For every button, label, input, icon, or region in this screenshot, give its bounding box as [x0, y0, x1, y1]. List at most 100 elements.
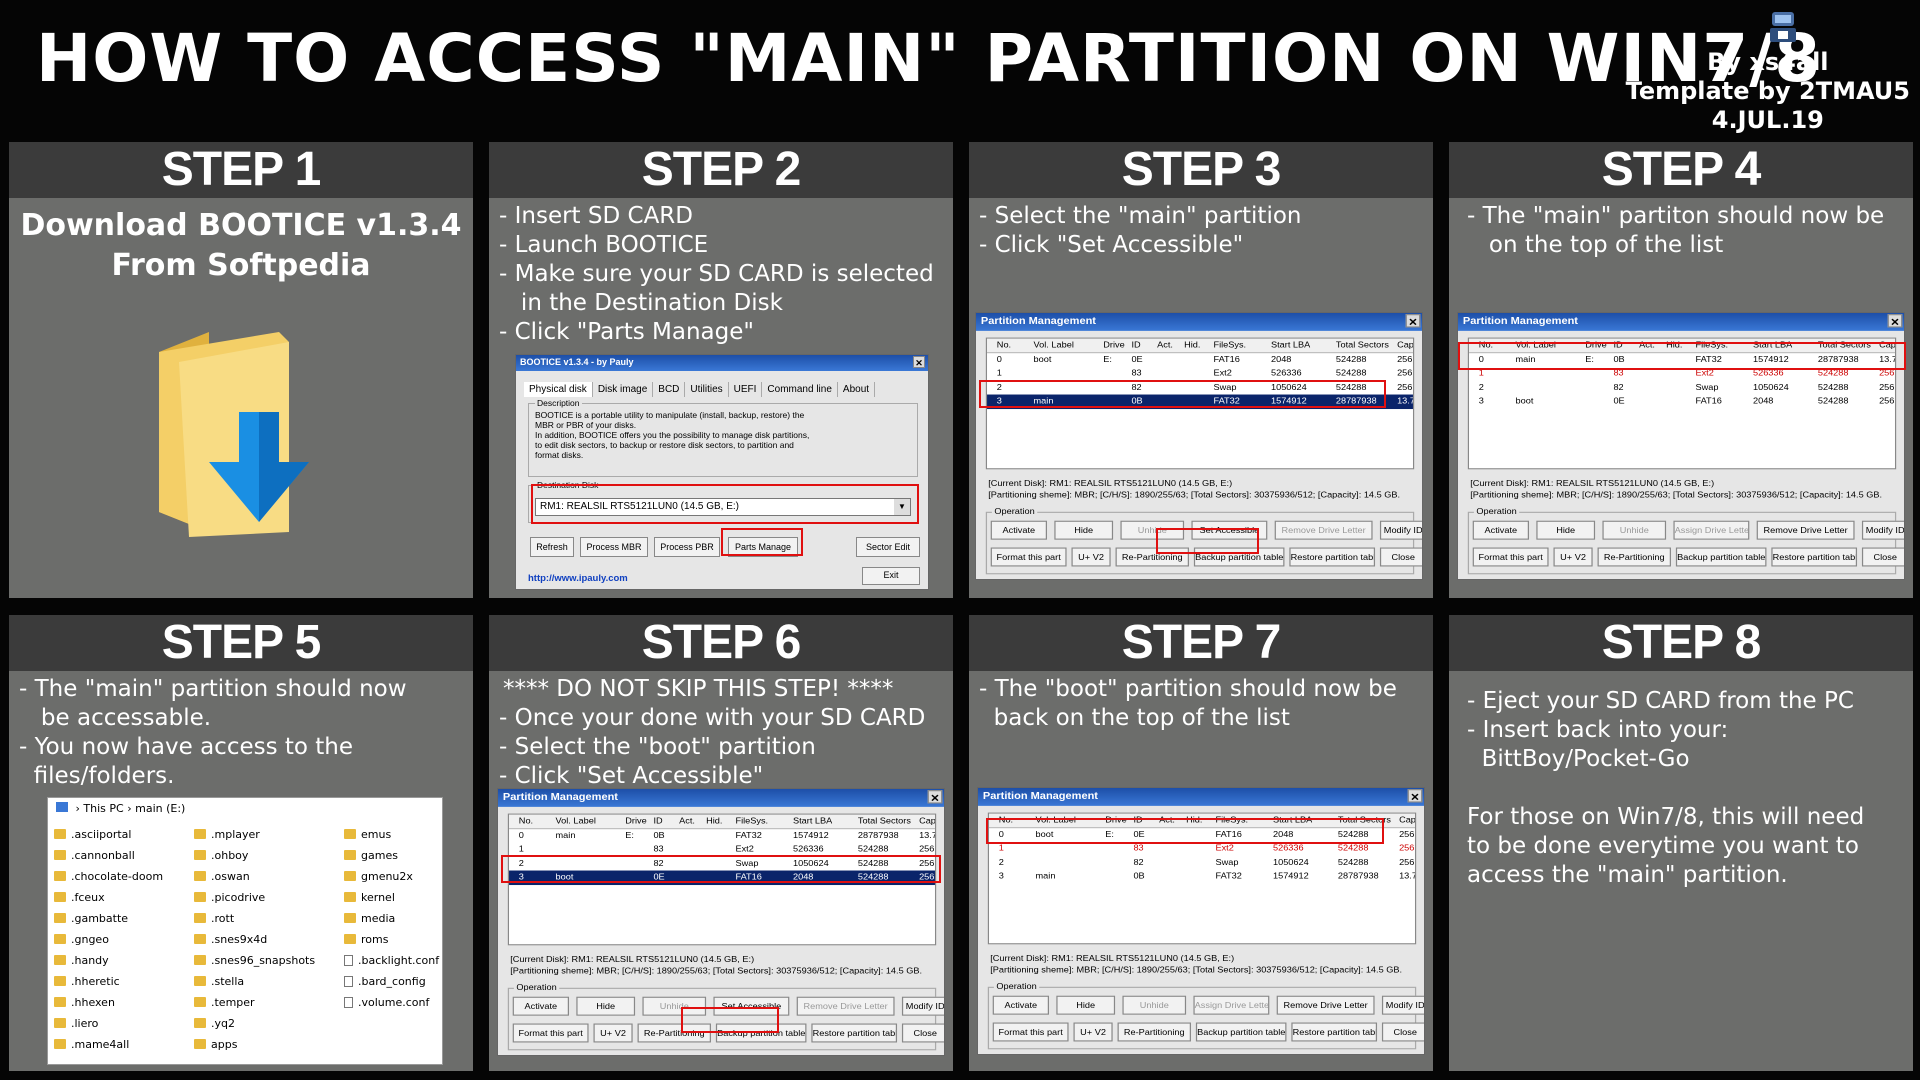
pm-button[interactable]: Format this part — [992, 1022, 1069, 1042]
pm-button[interactable]: Activate — [992, 995, 1049, 1015]
table-row[interactable]: 3 main 0B FAT32 1574912 28787938 13.7 GB — [989, 870, 1415, 884]
column-header[interactable]: FileSys. — [735, 816, 768, 826]
folder-item[interactable]: .liero — [54, 1017, 98, 1030]
pm-button[interactable]: Backup partition table — [1195, 1022, 1287, 1042]
table-row[interactable]: 2 82 Swap 1050624 524288 256.0 MB — [989, 856, 1415, 870]
pm-button[interactable]: U+ V2 — [1553, 547, 1593, 567]
tab-uefi[interactable]: UEFI — [729, 382, 763, 397]
table-row[interactable]: 1 83 Ext2 526336 524288 256.0 MB — [987, 367, 1413, 381]
pm-button[interactable]: Close — [1381, 1022, 1424, 1042]
pm-button[interactable]: Restore partition table — [811, 1023, 898, 1043]
column-header[interactable]: Drive — [625, 816, 646, 826]
folder-item[interactable]: roms — [344, 933, 388, 946]
close-icon[interactable]: ✕ — [913, 356, 925, 368]
column-header[interactable]: Hid. — [706, 816, 722, 826]
pm-button[interactable]: Remove Drive Letter — [1276, 995, 1375, 1015]
folder-item[interactable]: .handy — [54, 954, 109, 967]
tab-bcd[interactable]: BCD — [653, 382, 686, 397]
column-header[interactable]: Drive — [1103, 340, 1124, 350]
pm-button[interactable]: Close — [1861, 547, 1904, 567]
folder-item[interactable]: apps — [194, 1038, 237, 1051]
file-item[interactable]: .bard_config — [344, 975, 426, 988]
refresh-button[interactable]: Refresh — [530, 537, 574, 557]
folder-item[interactable]: .ohboy — [194, 849, 248, 862]
pm-button[interactable]: Restore partition table — [1289, 547, 1376, 567]
pm-button[interactable]: Remove Drive Letter — [1756, 520, 1855, 540]
folder-item[interactable]: .cannonball — [54, 849, 135, 862]
pm-button[interactable]: Hide — [1536, 520, 1596, 540]
tab-utilities[interactable]: Utilities — [685, 382, 729, 397]
column-header[interactable]: No. — [997, 340, 1011, 350]
tab-physical-disk[interactable]: Physical disk — [524, 382, 593, 397]
pm-button[interactable]: Re-Partitioning — [1597, 547, 1671, 567]
column-header[interactable]: Total Sectors — [1336, 340, 1389, 350]
pm-button[interactable]: Modify ID — [901, 996, 944, 1016]
file-item[interactable]: .backlight.conf — [344, 954, 439, 967]
pm-button[interactable]: Close — [1379, 547, 1422, 567]
column-header[interactable]: Act. — [1157, 340, 1173, 350]
folder-item[interactable]: .asciiportal — [54, 828, 131, 841]
pm-button[interactable]: Modify ID — [1379, 520, 1422, 540]
pm-button[interactable]: Restore partition table — [1291, 1022, 1378, 1042]
close-icon[interactable]: ✕ — [1887, 314, 1903, 328]
breadcrumb-drive[interactable]: main (E:) — [135, 802, 185, 815]
folder-item[interactable]: .hheretic — [54, 975, 120, 988]
pm-button[interactable]: Assign Drive Letter — [1673, 520, 1750, 540]
folder-item[interactable]: .gngeo — [54, 933, 109, 946]
ipauly-link[interactable]: http://www.ipauly.com — [528, 573, 628, 584]
pm-button[interactable]: Hide — [576, 996, 636, 1016]
folder-item[interactable]: .temper — [194, 996, 255, 1009]
pm-button[interactable]: Restore partition table — [1771, 547, 1858, 567]
pm-button[interactable]: Activate — [512, 996, 569, 1016]
column-header[interactable]: Vol. Label — [556, 816, 596, 826]
table-row[interactable]: 3 boot 0E FAT16 2048 524288 256.0 MB — [1469, 395, 1895, 409]
column-header[interactable]: Hid. — [1184, 340, 1200, 350]
column-header[interactable]: Start LBA — [793, 816, 832, 826]
table-row[interactable]: 0 main E: 0B FAT32 1574912 28787938 13.7 GB — [509, 829, 935, 843]
pm-button[interactable]: Activate — [990, 520, 1047, 540]
pm-button[interactable]: Hide — [1054, 520, 1114, 540]
folder-item[interactable]: .hhexen — [54, 996, 115, 1009]
tab-disk-image[interactable]: Disk image — [593, 382, 654, 397]
close-icon[interactable]: ✕ — [1407, 789, 1423, 803]
column-header[interactable]: Capacity — [1399, 815, 1415, 825]
column-header[interactable]: ID — [653, 816, 662, 826]
table-row[interactable]: 0 boot E: 0E FAT16 2048 524288 256.0 MB — [987, 353, 1413, 367]
folder-item[interactable]: .gambatte — [54, 912, 128, 925]
pm-button[interactable]: U+ V2 — [1073, 1022, 1113, 1042]
folder-item[interactable]: .mplayer — [194, 828, 260, 841]
folder-item[interactable]: .oswan — [194, 870, 250, 883]
pm-button[interactable]: Remove Drive Letter — [796, 996, 895, 1016]
process-mbr-button[interactable]: Process MBR — [580, 537, 648, 557]
pm-button[interactable]: Re-Partitioning — [1117, 1022, 1191, 1042]
folder-item[interactable]: .mame4all — [54, 1038, 129, 1051]
pm-button[interactable]: Assign Drive Letter — [1193, 995, 1270, 1015]
pm-button[interactable]: U+ V2 — [593, 1023, 633, 1043]
file-item[interactable]: .volume.conf — [344, 996, 429, 1009]
pm-button[interactable]: Close — [901, 1023, 944, 1043]
process-pbr-button[interactable]: Process PBR — [654, 537, 720, 557]
column-header[interactable]: Total Sectors — [858, 816, 911, 826]
folder-item[interactable]: .snes9x4d — [194, 933, 267, 946]
pm-button[interactable]: Unhide — [1602, 520, 1667, 540]
folder-item[interactable]: games — [344, 849, 398, 862]
exit-button[interactable]: Exit — [862, 567, 920, 585]
folder-item[interactable]: media — [344, 912, 395, 925]
tab-about[interactable]: About — [838, 382, 876, 397]
pm-button[interactable]: Unhide — [1122, 995, 1187, 1015]
column-header[interactable]: Act. — [679, 816, 695, 826]
column-header[interactable]: No. — [519, 816, 533, 826]
pm-button[interactable]: Activate — [1472, 520, 1529, 540]
pm-button[interactable]: Modify ID — [1381, 995, 1424, 1015]
pm-button[interactable]: Modify ID — [1861, 520, 1904, 540]
pm-button[interactable]: Format this part — [1472, 547, 1549, 567]
breadcrumb-this-pc[interactable]: This PC — [83, 802, 123, 815]
folder-item[interactable]: .chocolate-doom — [54, 870, 163, 883]
close-icon[interactable]: ✕ — [1405, 314, 1421, 328]
pm-button[interactable]: Backup partition table — [1675, 547, 1767, 567]
pm-button[interactable]: Hide — [1056, 995, 1116, 1015]
folder-item[interactable]: .yq2 — [194, 1017, 235, 1030]
folder-item[interactable]: gmenu2x — [344, 870, 413, 883]
folder-item[interactable]: .rott — [194, 912, 234, 925]
pm-button[interactable]: Format this part — [512, 1023, 589, 1043]
